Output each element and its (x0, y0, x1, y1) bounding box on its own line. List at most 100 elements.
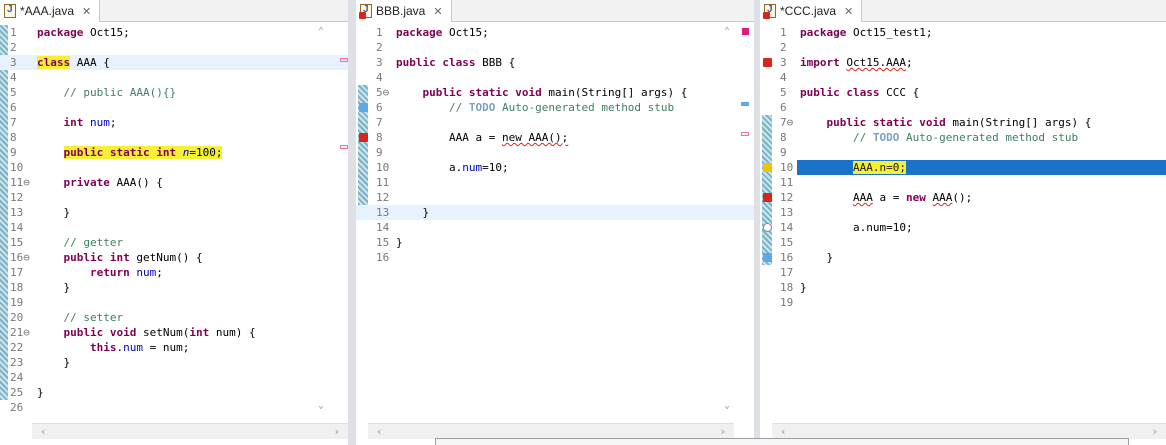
code-line[interactable]: 3 import Oct15.AAA; (760, 55, 1166, 70)
code-line[interactable]: 19 (0, 295, 348, 310)
code-line[interactable]: 17 (760, 265, 1166, 280)
code-line[interactable]: 9 (356, 145, 754, 160)
code-line[interactable]: 5 public class CCC { (760, 85, 1166, 100)
code-line[interactable]: 4 (0, 70, 348, 85)
code-line[interactable]: 3 public class BBB { (356, 55, 754, 70)
code-line[interactable]: 10 a.num=10; (356, 160, 754, 175)
tab-aaa-java[interactable]: *AAA.java ✕ (0, 0, 101, 22)
code-editor[interactable]: 1 package Oct15; 2 3 public class BBB {4 5⊖ p… (356, 22, 754, 445)
code-line[interactable]: 7 (356, 115, 754, 130)
code-line[interactable]: 5⊖ public static void main(String[] args… (356, 85, 754, 100)
overview-ruler-mark[interactable] (340, 58, 348, 62)
code-line[interactable]: 21⊖ public void setNum(int num) { (0, 325, 348, 340)
code-line[interactable]: 13 (760, 205, 1166, 220)
code-line[interactable]: 20 // setter (0, 310, 348, 325)
code-line[interactable]: 17 return num; (0, 265, 348, 280)
warning-marker-icon[interactable] (763, 163, 772, 172)
info-marker-icon[interactable] (359, 103, 368, 112)
error-marker-icon[interactable] (763, 58, 772, 67)
code-line[interactable]: 13 } (356, 205, 754, 220)
code-line[interactable]: 25} (0, 385, 348, 400)
code-line[interactable]: 2 (0, 40, 348, 55)
code-line[interactable]: 14 (356, 220, 754, 235)
scroll-down-icon[interactable]: ⌄ (318, 400, 324, 411)
close-icon[interactable]: ✕ (82, 5, 91, 18)
scroll-left-icon[interactable]: ‹ (780, 425, 787, 438)
overview-ruler-mark[interactable] (741, 132, 749, 136)
overview-ruler-mark[interactable] (340, 145, 348, 149)
code-line[interactable]: 4 (760, 70, 1166, 85)
info-marker-icon[interactable] (763, 253, 772, 262)
code-line[interactable]: 8 AAA a = new AAA(); (356, 130, 754, 145)
code-line[interactable]: 16⊖ public int getNum() { (0, 250, 348, 265)
code-line[interactable]: 3 class AAA { (0, 55, 348, 70)
code-line[interactable]: 2 (760, 40, 1166, 55)
scroll-right-icon[interactable]: › (719, 425, 726, 438)
code-line[interactable]: 13 } (0, 205, 348, 220)
code-line[interactable]: 14 (0, 220, 348, 235)
code-line[interactable]: 11 (356, 175, 754, 190)
scroll-right-icon[interactable]: › (333, 425, 340, 438)
code-line[interactable]: 22 this.num = num; (0, 340, 348, 355)
code-line[interactable]: 6 (0, 100, 348, 115)
code-line[interactable]: 5 // public AAA(){} (0, 85, 348, 100)
code-text: a.num=10; (800, 221, 913, 234)
code-line[interactable]: 23 } (0, 355, 348, 370)
tab-ccc-java[interactable]: *CCC.java ✕ (760, 0, 863, 22)
pane-divider[interactable] (348, 0, 356, 445)
code-line[interactable]: 18 } (0, 280, 348, 295)
code-line[interactable]: 16 (356, 250, 754, 265)
code-line[interactable]: AAA.n=0; (797, 160, 1166, 175)
code-line[interactable]: 6 // TODO Auto-generated method stub (356, 100, 754, 115)
code-line[interactable]: 16 } (760, 250, 1166, 265)
code-line[interactable]: 12 (0, 190, 348, 205)
code-line[interactable]: 11 (760, 175, 1166, 190)
code-line[interactable]: 7 int num; (0, 115, 348, 130)
code-line[interactable]: 15} (356, 235, 754, 250)
code-line[interactable]: 1 package Oct15; (356, 25, 754, 40)
scroll-left-icon[interactable]: ‹ (376, 425, 383, 438)
close-icon[interactable]: ✕ (433, 5, 442, 18)
code-line[interactable]: 14 a.num=10; (760, 220, 1166, 235)
code-line[interactable]: 10 (0, 160, 348, 175)
scroll-up-icon[interactable]: ⌃ (724, 26, 730, 37)
code-line[interactable]: 15 (760, 235, 1166, 250)
line-number: 25 (10, 386, 24, 399)
code-line[interactable]: 18} (760, 280, 1166, 295)
code-line[interactable]: 2 (356, 40, 754, 55)
horizontal-scrollbar[interactable]: ‹ › (32, 423, 348, 439)
scroll-down-icon[interactable]: ⌄ (724, 400, 730, 411)
line-number: 10 (780, 161, 794, 174)
code-line[interactable]: 7⊖ public static void main(String[] args… (760, 115, 1166, 130)
code-line[interactable]: 8 // TODO Auto-generated method stub (760, 130, 1166, 145)
code-line[interactable]: 1 package Oct15; (0, 25, 348, 40)
code-line[interactable]: 12 (356, 190, 754, 205)
horizontal-scrollbar[interactable]: ‹ › (772, 423, 1166, 439)
code-line[interactable]: 26 (0, 400, 348, 415)
code-line[interactable]: 6 (760, 100, 1166, 115)
close-icon[interactable]: ✕ (844, 5, 853, 18)
scroll-left-icon[interactable]: ‹ (40, 425, 47, 438)
code-editor[interactable]: 1 package Oct15_test1; 2 3 import Oct15.AAA;… (760, 22, 1166, 445)
overview-ruler-mark[interactable] (741, 102, 749, 106)
code-line[interactable]: 8 (0, 130, 348, 145)
code-line[interactable]: 24 (0, 370, 348, 385)
code-line[interactable]: 19 (760, 295, 1166, 310)
code-line[interactable]: 1 package Oct15_test1; (760, 25, 1166, 40)
code-line[interactable]: 15 // getter (0, 235, 348, 250)
error-marker-icon[interactable] (763, 223, 772, 232)
code-line[interactable]: 12 AAA a = new AAA(); (760, 190, 1166, 205)
code-line[interactable]: 9 (760, 145, 1166, 160)
horizontal-scrollbar[interactable]: ‹ › (368, 423, 734, 439)
error-overview-icon[interactable] (742, 28, 749, 35)
scroll-up-icon[interactable]: ⌃ (318, 26, 324, 37)
error-marker-icon[interactable] (763, 193, 772, 202)
scroll-right-icon[interactable]: › (1151, 425, 1158, 438)
code-line[interactable]: 11⊖ private AAA() { (0, 175, 348, 190)
error-marker-icon[interactable] (359, 133, 368, 142)
code-editor[interactable]: 1 package Oct15; 2 3 class AAA {4 5 // public… (0, 22, 348, 445)
code-line[interactable]: 9 public static int n=100; (0, 145, 348, 160)
code-line[interactable]: 4 (356, 70, 754, 85)
tab-bbb-java[interactable]: BBB.java ✕ (356, 0, 452, 22)
bottom-panel-edge (435, 438, 1129, 445)
